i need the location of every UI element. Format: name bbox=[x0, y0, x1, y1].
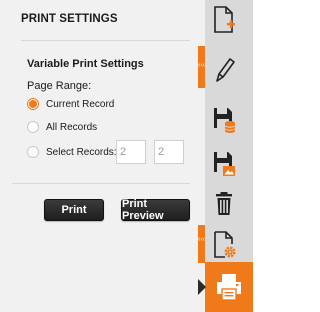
radio-button-checked[interactable] bbox=[27, 98, 39, 110]
radio-label: Current Record bbox=[46, 98, 115, 110]
print-tool-button[interactable] bbox=[205, 262, 253, 312]
collapse-handle[interactable]: ‹‹‹ bbox=[198, 225, 205, 263]
print-settings-panel: PRINT SETTINGS Variable Print Settings P… bbox=[0, 0, 205, 312]
delete-button[interactable] bbox=[205, 183, 243, 223]
print-button[interactable]: Print bbox=[44, 199, 104, 221]
pencil-icon bbox=[216, 58, 235, 82]
trash-icon bbox=[216, 192, 232, 215]
radio-current-record[interactable]: Current Record bbox=[27, 96, 114, 112]
radio-button[interactable] bbox=[27, 146, 39, 158]
radio-label: Select Records: bbox=[46, 146, 117, 158]
section-title: Variable Print Settings bbox=[27, 58, 144, 70]
print-preview-button[interactable]: Print Preview bbox=[121, 198, 190, 222]
printer-icon bbox=[217, 274, 241, 301]
radio-label: All Records bbox=[46, 121, 98, 133]
tool-sidebar bbox=[205, 0, 253, 312]
save-to-database-button[interactable] bbox=[205, 99, 243, 139]
panel-title: PRINT SETTINGS bbox=[21, 13, 118, 25]
edit-button[interactable] bbox=[205, 50, 243, 90]
new-page-icon bbox=[214, 6, 235, 33]
save-image-icon bbox=[214, 152, 235, 176]
select-records-to-input[interactable]: 2 bbox=[154, 140, 184, 164]
page-range-label: Page Range: bbox=[27, 80, 92, 92]
save-database-icon bbox=[214, 108, 236, 133]
select-records-from-input[interactable]: 2 bbox=[116, 140, 146, 164]
page-settings-button[interactable] bbox=[205, 225, 243, 265]
divider bbox=[12, 183, 190, 184]
collapse-handle[interactable]: ‹‹‹ bbox=[198, 46, 205, 88]
radio-button[interactable] bbox=[27, 121, 39, 133]
page-settings-icon bbox=[214, 231, 236, 258]
active-indicator-arrow bbox=[198, 279, 206, 295]
radio-all-records[interactable]: All Records bbox=[27, 119, 97, 135]
save-as-image-button[interactable] bbox=[205, 143, 243, 183]
divider bbox=[21, 40, 190, 41]
new-page-button[interactable] bbox=[205, 0, 243, 40]
radio-select-records[interactable]: Select Records: bbox=[27, 144, 117, 160]
